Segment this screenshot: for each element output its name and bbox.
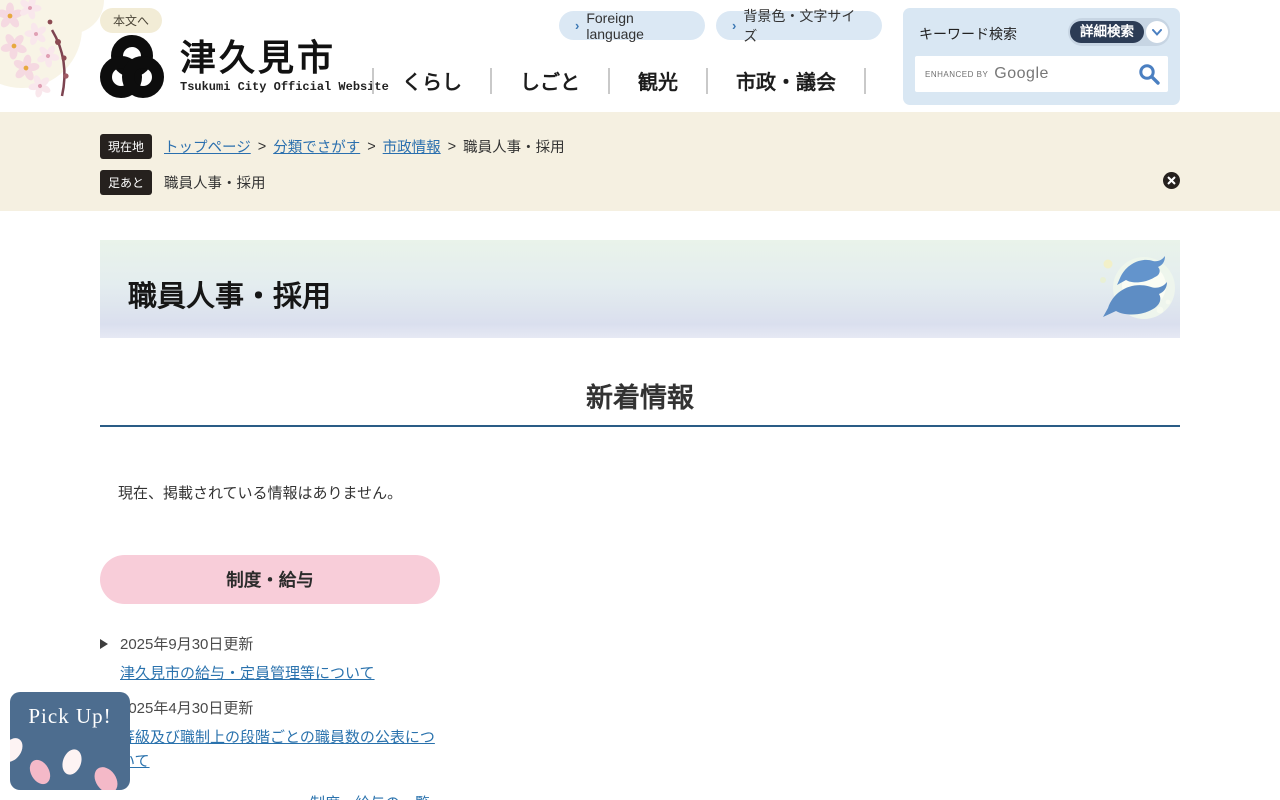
page-title-banner: 職員人事・採用: [100, 240, 1180, 338]
breadcrumb: 現在地 トップページ > 分類でさがす > 市政情報 > 職員人事・採用: [100, 134, 565, 159]
site-tagline: Tsukumi City Official Website: [180, 79, 389, 94]
nav-item-shigoto[interactable]: しごと: [520, 66, 580, 95]
pickup-banner[interactable]: Pick Up!: [10, 692, 130, 790]
nav-separator: [490, 67, 492, 94]
nav-item-kurashi[interactable]: くらし: [402, 66, 462, 95]
category-button-seido-kyuyo[interactable]: 制度・給与: [100, 555, 440, 604]
item-date: 2025年4月30日更新: [120, 700, 254, 717]
chevron-down-icon: [1146, 21, 1168, 43]
list-item: 2025年9月30日更新 津久見市の給与・定員管理等について: [100, 633, 460, 686]
page: 本文へ 津久見市 Tsukumi City Official Website く…: [0, 0, 1280, 800]
advanced-search-label: 詳細検索: [1070, 21, 1144, 43]
foreign-language-button[interactable]: › Foreign language: [559, 9, 705, 42]
foreign-language-label: Foreign language: [586, 9, 644, 42]
chevron-right-icon: ›: [732, 18, 737, 33]
nav-item-kanko[interactable]: 観光: [638, 66, 678, 95]
accessibility-settings-button[interactable]: › 背景色・文字サイズ: [716, 8, 882, 44]
pickup-label: Pick Up!: [28, 704, 112, 728]
footprint-row: 足あと 職員人事・採用: [100, 170, 266, 195]
heading-rule: [100, 425, 1180, 427]
close-icon: [1163, 172, 1180, 189]
nav-separator: [372, 67, 374, 94]
main-navigation: くらし しごと 観光 市政・議会: [372, 66, 866, 95]
search-input[interactable]: [915, 56, 1168, 92]
page-title: 職員人事・採用: [128, 281, 332, 313]
current-location-badge: 現在地: [100, 134, 153, 159]
skip-to-content-button[interactable]: 本文へ: [100, 8, 163, 33]
item-date: 2025年9月30日更新: [120, 636, 254, 653]
site-logo[interactable]: 津久見市 Tsukumi City Official Website: [92, 32, 389, 106]
footprint-text: 職員人事・採用: [164, 176, 266, 192]
nav-separator: [706, 67, 708, 94]
category-list-link[interactable]: 制度・給与の一覧: [310, 792, 430, 800]
breadcrumb-strip: 現在地 トップページ > 分類でさがす > 市政情報 > 職員人事・採用 足あと…: [0, 112, 1280, 211]
city-logo-icon: [100, 35, 164, 98]
dolphins-illustration: [1100, 256, 1175, 319]
empty-message: 現在、掲載されている情報はありません。: [118, 485, 403, 502]
breadcrumb-link-top[interactable]: トップページ: [164, 136, 251, 157]
item-link[interactable]: 等級及び職制上の段階ごとの職員数の公表について: [120, 726, 442, 775]
item-link[interactable]: 津久見市の給与・定員管理等について: [120, 662, 442, 686]
breadcrumb-link-category[interactable]: 分類でさがす: [273, 136, 360, 157]
breadcrumb-link-shisei[interactable]: 市政情報: [383, 136, 441, 157]
keyword-search-panel: キーワード検索 詳細検索 ENHANCED BY Google: [903, 8, 1180, 105]
nav-separator: [608, 67, 610, 94]
nav-separator: [864, 67, 866, 94]
breadcrumb-current: 職員人事・採用: [463, 140, 565, 156]
site-header: 本文へ 津久見市 Tsukumi City Official Website く…: [0, 0, 1280, 112]
footprint-clear-button[interactable]: [1163, 172, 1180, 189]
sakura-petal-icon: [10, 738, 118, 790]
search-icon: [1139, 64, 1160, 85]
site-name: 津久見市: [180, 37, 337, 78]
chevron-right-icon: ›: [575, 18, 580, 33]
search-submit-button[interactable]: [1136, 62, 1162, 88]
search-field: ENHANCED BY Google: [915, 56, 1168, 92]
accessibility-label: 背景色・文字サイズ: [743, 7, 856, 44]
footprint-badge: 足あと: [100, 170, 153, 195]
triangle-marker-icon: [100, 638, 108, 649]
keyword-search-label: キーワード検索: [919, 26, 1017, 42]
list-item: 2025年4月30日更新 等級及び職制上の段階ごとの職員数の公表について: [100, 697, 460, 775]
nav-item-shisei-gikai[interactable]: 市政・議会: [736, 66, 836, 95]
news-heading: 新着情報: [586, 383, 694, 413]
advanced-search-button[interactable]: 詳細検索: [1068, 18, 1170, 46]
